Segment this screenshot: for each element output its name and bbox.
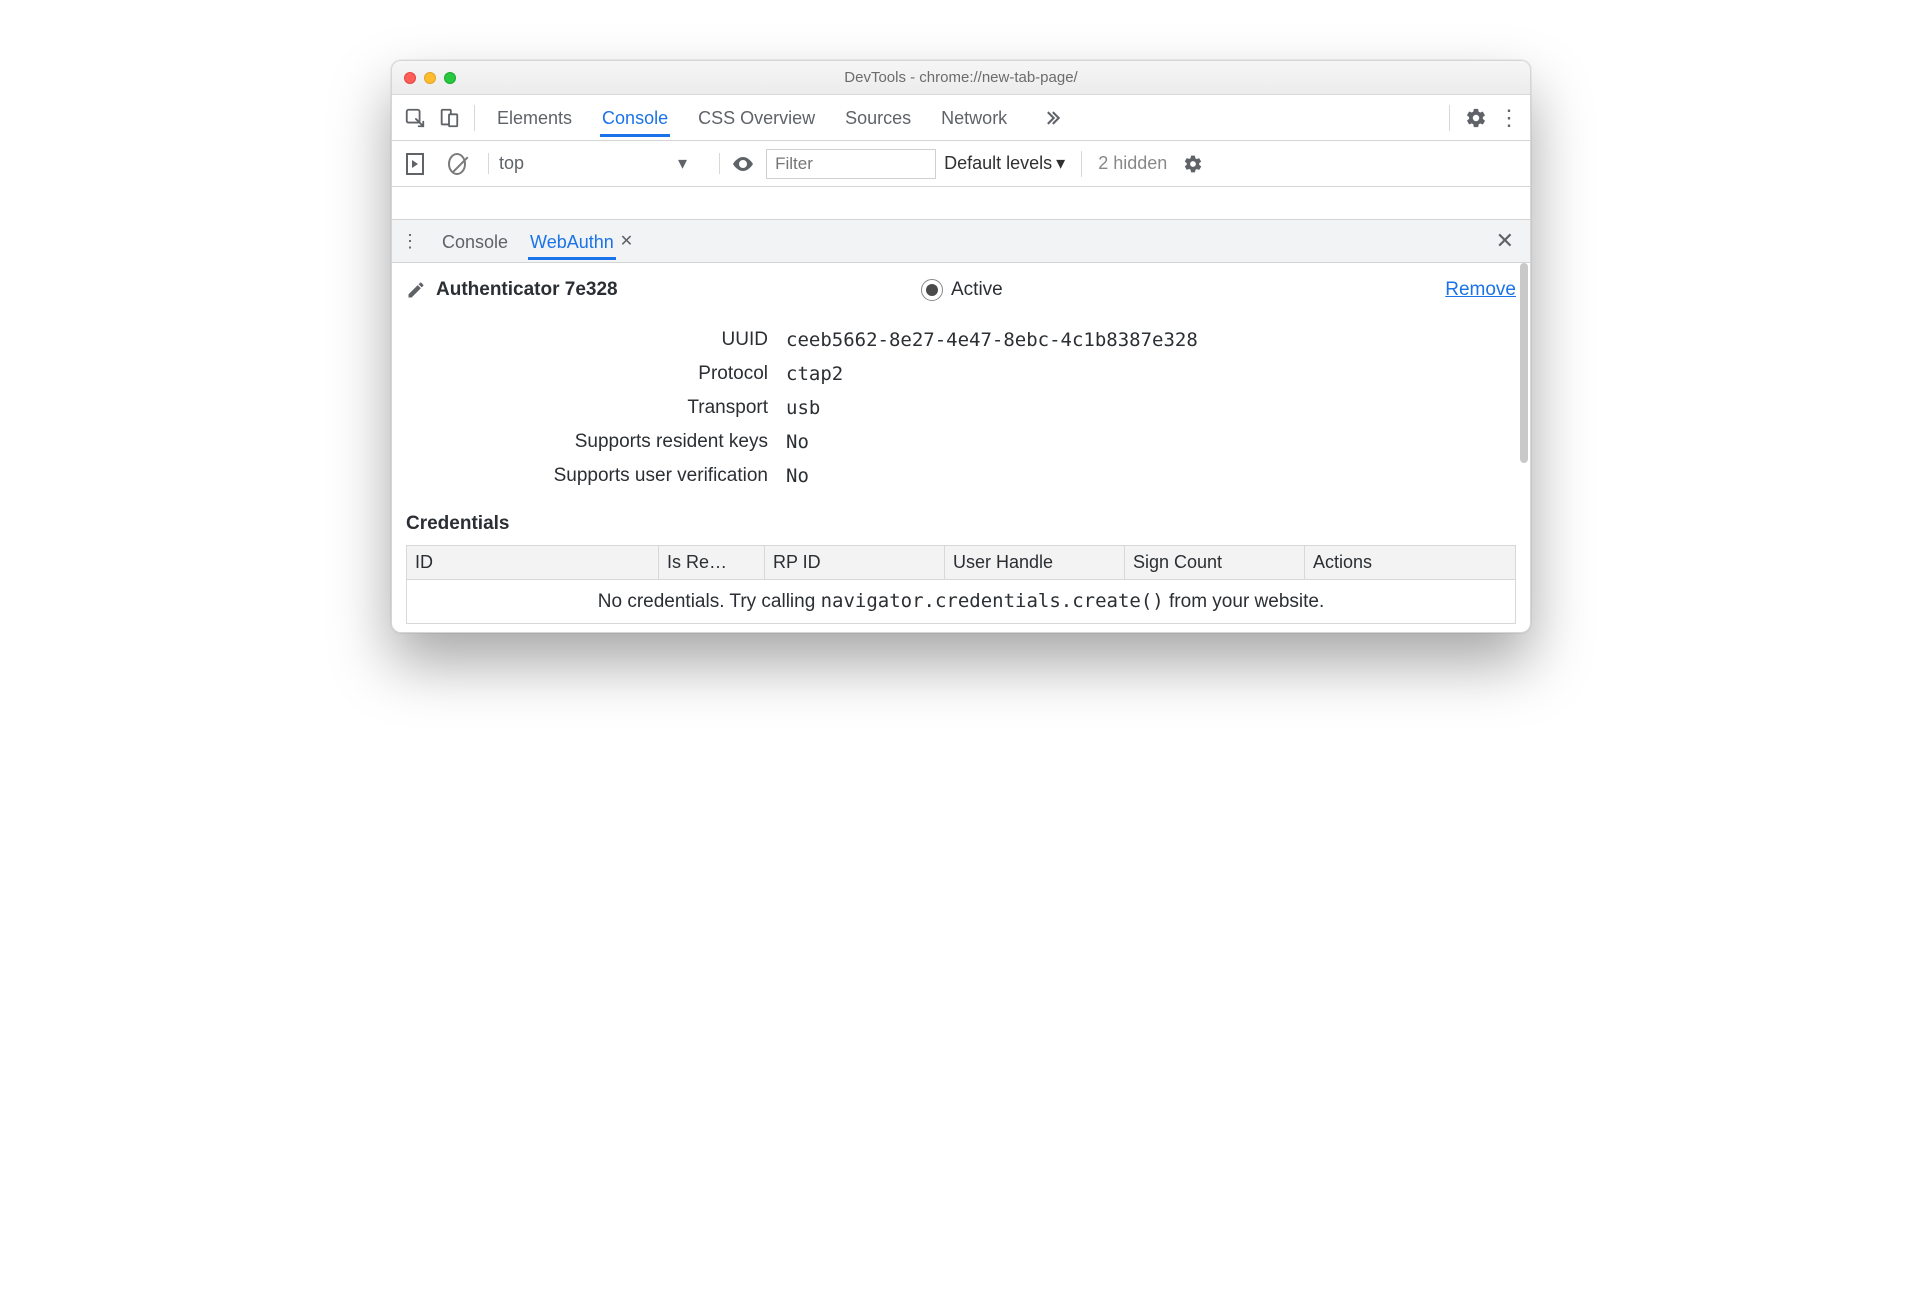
console-body [392,187,1530,219]
empty-prefix: No credentials. Try calling [598,591,821,612]
console-toolbar: top ▾ Default levels▾ 2 hidden [392,141,1530,187]
col-actions[interactable]: Actions [1305,546,1515,579]
inspect-icon[interactable] [398,101,432,135]
drawer-tab-webauthn[interactable]: WebAuthn [528,222,616,260]
scrollbar[interactable] [1520,263,1528,463]
context-selector[interactable]: top ▾ [488,153,720,174]
settings-gear-icon[interactable] [1458,107,1494,129]
console-settings-gear-icon[interactable] [1175,154,1211,174]
authenticator-properties: UUID ceeb5662-8e27-4e47-8ebc-4c1b8387e32… [406,329,1516,487]
edit-pencil-icon[interactable] [406,280,426,300]
col-user-handle[interactable]: User Handle [945,546,1125,579]
col-sign-count[interactable]: Sign Count [1125,546,1305,579]
titlebar: DevTools - chrome://new-tab-page/ [392,61,1530,95]
webauthn-panel: Authenticator 7e328 Active Remove UUID c… [392,263,1530,632]
tab-css-overview[interactable]: CSS Overview [696,98,817,137]
uv-key: Supports user verification [406,465,786,487]
main-toolbar: Elements Console CSS Overview Sources Ne… [392,95,1530,141]
credentials-table-header: ID Is Re… RP ID User Handle Sign Count A… [407,546,1515,580]
uuid-value: ceeb5662-8e27-4e47-8ebc-4c1b8387e328 [786,329,1516,351]
empty-suffix: from your website. [1164,591,1325,612]
log-levels-selector[interactable]: Default levels▾ [944,153,1065,174]
more-tabs-chevron-icon[interactable] [1035,108,1069,128]
resident-key: Supports resident keys [406,431,786,453]
divider [474,105,475,131]
divider [1081,151,1082,177]
window-title: DevTools - chrome://new-tab-page/ [392,69,1530,86]
close-tab-icon[interactable]: ✕ [620,231,633,251]
hidden-messages-count[interactable]: 2 hidden [1098,153,1167,174]
active-label: Active [951,279,1003,301]
credentials-heading: Credentials [406,513,1516,535]
device-toolbar-icon[interactable] [432,101,466,135]
tab-sources[interactable]: Sources [843,98,913,137]
protocol-value: ctap2 [786,363,1516,385]
drawer-tab-console[interactable]: Console [440,222,510,260]
remove-link[interactable]: Remove [1445,279,1516,301]
levels-label: Default levels [944,153,1052,174]
panel-tabs: Elements Console CSS Overview Sources Ne… [495,98,1441,137]
clear-console-icon[interactable] [440,147,474,181]
devtools-window: DevTools - chrome://new-tab-page/ Elemen… [391,60,1531,633]
resident-value: No [786,431,1516,453]
active-radio[interactable]: Active [921,279,1003,301]
credentials-table: ID Is Re… RP ID User Handle Sign Count A… [406,545,1516,624]
credentials-empty-row: No credentials. Try calling navigator.cr… [407,580,1515,623]
col-id[interactable]: ID [407,546,659,579]
close-drawer-icon[interactable]: ✕ [1496,228,1514,254]
filter-input[interactable] [766,149,936,179]
uuid-key: UUID [406,329,786,351]
drawer-kebab-menu-icon[interactable]: ⋮ [398,231,422,252]
tab-elements[interactable]: Elements [495,98,574,137]
drawer-tabs: ⋮ Console WebAuthn ✕ ✕ [392,219,1530,263]
empty-code: navigator.credentials.create() [821,590,1164,612]
tab-console[interactable]: Console [600,98,670,137]
console-sidebar-toggle-icon[interactable] [398,147,432,181]
transport-key: Transport [406,397,786,419]
col-is-resident[interactable]: Is Re… [659,546,765,579]
divider [1449,105,1450,131]
transport-value: usb [786,397,1516,419]
kebab-menu-icon[interactable]: ⋮ [1494,105,1524,131]
context-label: top [499,153,524,174]
uv-value: No [786,465,1516,487]
protocol-key: Protocol [406,363,786,385]
authenticator-header: Authenticator 7e328 Active Remove [406,279,1516,301]
authenticator-name: Authenticator 7e328 [436,279,618,301]
live-expression-eye-icon[interactable] [728,152,758,176]
col-rp-id[interactable]: RP ID [765,546,945,579]
tab-network[interactable]: Network [939,98,1009,137]
